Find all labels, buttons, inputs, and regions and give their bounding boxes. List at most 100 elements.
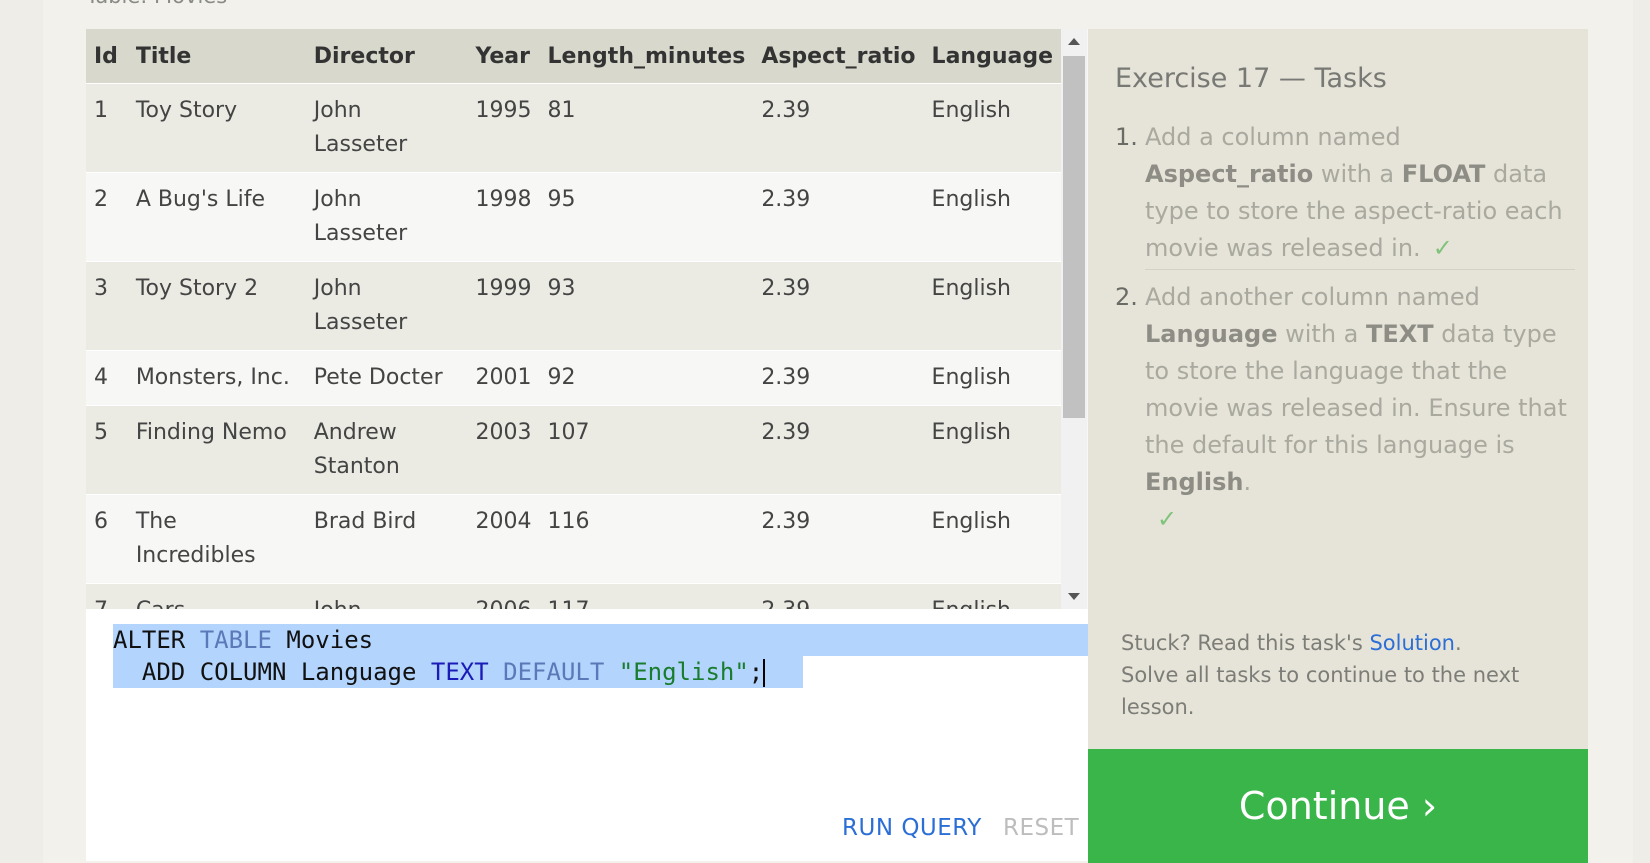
keyword-table: TABLE bbox=[199, 626, 272, 654]
cell-language: English bbox=[923, 261, 1061, 351]
cell-aspect-ratio: 2.39 bbox=[753, 494, 924, 584]
table-row: 7CarsJohn Lasseter20061172.39English bbox=[86, 583, 1061, 609]
cell-language: English bbox=[923, 494, 1061, 584]
continue-button[interactable]: Continue › bbox=[1088, 749, 1588, 863]
stuck-suffix: . bbox=[1455, 631, 1462, 655]
table-body: 1 Toy Story John Lasseter 1995 81 2.39 English… bbox=[86, 83, 1061, 609]
task-text-part: Add a column named bbox=[1145, 123, 1401, 151]
table-row: 6 The Incredibles Brad Bird 2004 116 2.39 Engl… bbox=[86, 494, 1061, 584]
table-row: 1 Toy Story John Lasseter 1995 81 2.39 English bbox=[86, 83, 1061, 173]
cell-director: Andrew Stanton bbox=[305, 405, 468, 495]
tasks-panel: Exercise 17 — Tasks 1. Add a column name… bbox=[1088, 29, 1588, 749]
column-header-id: Id bbox=[86, 29, 128, 84]
task-bold-type: TEXT bbox=[1366, 320, 1434, 348]
code-line-2: ADD COLUMN Language TEXT DEFAULT "Englis… bbox=[113, 656, 803, 688]
cell-aspect-ratio: 2.39 bbox=[753, 583, 924, 609]
cell-year: 2004 bbox=[467, 494, 540, 584]
cell-aspect-ratio: 2.39 bbox=[753, 172, 924, 262]
code-add-column: ADD COLUMN Language bbox=[113, 658, 431, 686]
checkmark-icon: ✓ bbox=[1432, 234, 1453, 262]
cell-id: 5 bbox=[86, 405, 128, 495]
cell-language: English bbox=[923, 172, 1061, 262]
column-header-language: Language bbox=[923, 29, 1061, 84]
cell-title: Finding Nemo bbox=[127, 405, 306, 495]
cell-title: Toy Story 2 bbox=[127, 261, 306, 351]
table-row: 2A Bug's Life John Lasseter 1998 95 2.39 Engl… bbox=[86, 172, 1061, 262]
cell-id: 3 bbox=[86, 261, 128, 351]
task-text-part: with a bbox=[1313, 160, 1402, 188]
cell-title: The Incredibles bbox=[127, 494, 306, 584]
cell-aspect-ratio: 2.39 bbox=[753, 83, 924, 173]
solve-all-text: Solve all tasks to continue to the next … bbox=[1121, 663, 1520, 719]
column-header-director: Director bbox=[305, 29, 468, 84]
cell-id: 1 bbox=[86, 83, 128, 173]
cell-year: 2001 bbox=[467, 350, 540, 406]
cell-aspect-ratio: 2.39 bbox=[753, 261, 924, 351]
code-line-1: ALTER TABLE Movies bbox=[113, 624, 1088, 656]
table-row: 5 Finding Nemo Andrew Stanton 2003 107 2.39 En… bbox=[86, 405, 1061, 495]
cell-length-minutes: 107 bbox=[539, 405, 754, 495]
column-header-year: Year bbox=[467, 29, 540, 84]
cell-year: 1998 bbox=[467, 172, 540, 262]
cell-year: 2006 bbox=[467, 583, 540, 609]
code-string-literal: "English" bbox=[618, 658, 749, 686]
cell-length-minutes: 81 bbox=[539, 83, 754, 173]
task-text-part: . bbox=[1243, 468, 1252, 496]
task-number: 1. bbox=[1115, 123, 1138, 151]
cell-language: English bbox=[923, 405, 1061, 495]
keyword-default: DEFAULT bbox=[503, 658, 605, 686]
code-table-name: Movies bbox=[271, 626, 374, 654]
stuck-help-text: Stuck? Read this task's Solution. Solve … bbox=[1121, 627, 1581, 723]
text-cursor bbox=[763, 659, 766, 687]
cell-director: John Lasseter bbox=[305, 583, 468, 609]
cell-length-minutes: 92 bbox=[539, 350, 754, 406]
task-text: Add a column named Aspect_ratio with a F… bbox=[1145, 119, 1575, 267]
cell-id: 6 bbox=[86, 494, 128, 584]
code-semicolon: ; bbox=[748, 658, 764, 686]
cell-language: English bbox=[923, 583, 1061, 609]
cell-id: 7 bbox=[86, 583, 128, 609]
cell-title: A Bug's Life bbox=[127, 172, 306, 262]
cell-id: 4 bbox=[86, 350, 128, 406]
cell-director: John Lasseter bbox=[305, 83, 468, 173]
results-table-container: Id Title Director Year Length_minutes As… bbox=[86, 29, 1088, 609]
cell-id: 2 bbox=[86, 172, 128, 262]
cell-director: John Lasseter bbox=[305, 261, 468, 351]
cell-director: John Lasseter bbox=[305, 172, 468, 262]
run-query-button[interactable]: RUN QUERY bbox=[842, 815, 982, 841]
column-header-length-minutes: Length_minutes bbox=[539, 29, 754, 84]
cell-director: Brad Bird bbox=[305, 494, 468, 584]
solution-link[interactable]: Solution bbox=[1369, 631, 1455, 655]
code-area[interactable]: ALTER TABLE Movies ADD COLUMN Language T… bbox=[113, 624, 1088, 688]
cell-year: 1995 bbox=[467, 83, 540, 173]
scrollbar-thumb[interactable] bbox=[1063, 56, 1085, 418]
reset-button[interactable]: RESET bbox=[1003, 815, 1079, 841]
cell-title: Toy Story bbox=[127, 83, 306, 173]
tasks-title: Exercise 17 — Tasks bbox=[1115, 63, 1387, 94]
task-bold-default: English bbox=[1145, 468, 1244, 496]
table-header-row: Id Title Director Year Length_minutes As… bbox=[86, 29, 1061, 84]
cell-length-minutes: 117 bbox=[539, 583, 754, 609]
cell-year: 1999 bbox=[467, 261, 540, 351]
table-row: 4 Monsters, Inc. Pete Docter 2001 92 2.39 Engl… bbox=[86, 350, 1061, 406]
column-header-title: Title bbox=[127, 29, 306, 84]
cell-length-minutes: 93 bbox=[539, 261, 754, 351]
cell-language: English bbox=[923, 350, 1061, 406]
scroll-up-arrow-icon[interactable] bbox=[1068, 38, 1080, 45]
task-text-part: Add another column named bbox=[1145, 283, 1480, 311]
cell-aspect-ratio: 2.39 bbox=[753, 405, 924, 495]
results-table: Id Title Director Year Length_minutes As… bbox=[86, 29, 1061, 609]
column-header-aspect-ratio: Aspect_ratio bbox=[753, 29, 924, 84]
cell-aspect-ratio: 2.39 bbox=[753, 350, 924, 406]
cell-length-minutes: 95 bbox=[539, 172, 754, 262]
scroll-down-arrow-icon[interactable] bbox=[1068, 593, 1080, 600]
keyword-text-type: TEXT bbox=[430, 658, 489, 686]
task-text-part: with a bbox=[1277, 320, 1367, 348]
cell-length-minutes: 116 bbox=[539, 494, 754, 584]
results-scrollbar[interactable] bbox=[1061, 29, 1087, 609]
task-item-1: 1. Add a column named Aspect_ratio with … bbox=[1115, 119, 1575, 267]
task-bold-type: FLOAT bbox=[1401, 160, 1486, 188]
task-item-2: 2. Add another column named Language wit… bbox=[1115, 279, 1575, 538]
task-bold-column-name: Language bbox=[1145, 320, 1278, 348]
task-divider bbox=[1145, 269, 1575, 270]
